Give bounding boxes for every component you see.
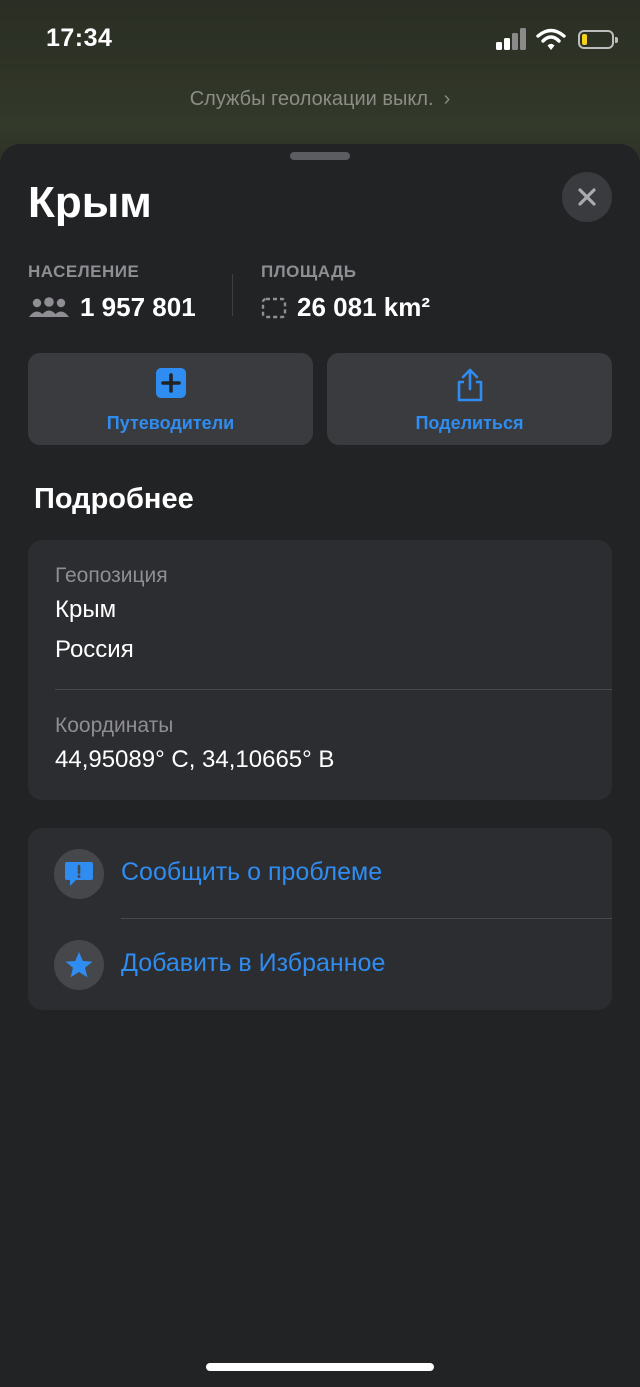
people-icon [29, 296, 69, 317]
details-card: Геопозиция Крым Россия Координаты 44,950… [28, 540, 612, 800]
wifi-icon [536, 28, 566, 52]
area-value: 26 081 km² [297, 292, 430, 322]
population-value: 1 957 801 [80, 292, 196, 322]
status-time: 17:34 [46, 24, 113, 52]
area-stat: 26 081 km² [261, 292, 430, 323]
share-label: Поделиться [415, 413, 524, 433]
geo-line-region[interactable]: Крым [55, 596, 116, 624]
links-card: Сообщить о проблеме Добавить в Избранное [28, 828, 612, 1010]
report-problem-row[interactable]: Сообщить о проблеме [28, 828, 612, 918]
share-icon [454, 367, 486, 408]
star-icon [54, 940, 104, 990]
chevron-right-icon: › [443, 88, 451, 110]
details-divider [55, 689, 612, 690]
add-favorite-row[interactable]: Добавить в Избранное [28, 919, 612, 1009]
details-section-title: Подробнее [34, 483, 194, 515]
report-problem-link[interactable]: Сообщить о проблеме [121, 858, 382, 887]
population-stat: 1 957 801 [28, 292, 196, 323]
place-card-sheet: Крым НАСЕЛЕНИЕ 1 957 801 ПЛОЩАДЬ 26 081 … [0, 144, 640, 1387]
cellular-signal-icon [496, 28, 528, 50]
geo-line-country[interactable]: Россия [55, 636, 134, 664]
place-title: Крым [28, 178, 152, 227]
area-label: ПЛОЩАДЬ [261, 262, 357, 281]
status-bar: 17:34 [0, 0, 640, 80]
guides-button[interactable]: Путеводители [28, 353, 313, 445]
add-guide-icon [155, 367, 187, 404]
area-icon [261, 297, 287, 318]
add-favorite-link[interactable]: Добавить в Избранное [121, 949, 385, 978]
close-button[interactable] [562, 172, 612, 222]
sheet-grabber[interactable] [290, 152, 350, 160]
coords-value[interactable]: 44,95089° С, 34,10665° В [55, 746, 334, 774]
coords-label: Координаты [55, 714, 174, 737]
share-button[interactable]: Поделиться [327, 353, 612, 445]
population-label: НАСЕЛЕНИЕ [28, 262, 140, 281]
report-problem-icon [54, 849, 104, 899]
location-services-banner[interactable]: Службы геолокации выкл. › [0, 88, 640, 111]
close-icon [578, 188, 596, 206]
home-indicator[interactable] [206, 1363, 434, 1371]
location-services-text: Службы геолокации выкл. [189, 88, 434, 110]
geo-label: Геопозиция [55, 564, 168, 587]
battery-icon [578, 30, 618, 49]
place-stats: НАСЕЛЕНИЕ 1 957 801 ПЛОЩАДЬ 26 081 km² [28, 262, 612, 332]
guides-label: Путеводители [106, 413, 235, 433]
stats-divider [232, 274, 233, 316]
